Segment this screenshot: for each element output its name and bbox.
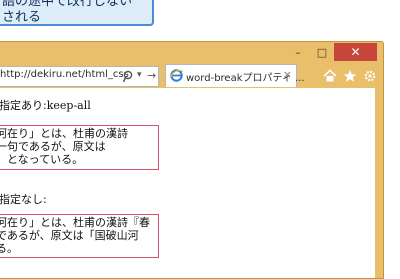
sample-box-keep-all: 河在り」とは、杜甫の漢詩 一句であるが、原文は 」となっている。 <box>0 125 159 170</box>
home-icon[interactable] <box>323 69 337 83</box>
page-content: 指定あり:keep-all 河在り」とは、杜甫の漢詩 一句であるが、原文は 」と… <box>0 88 375 278</box>
callout-line-2: される <box>2 10 42 25</box>
tab-close-icon[interactable]: × <box>283 68 292 81</box>
box-line: る。 <box>0 242 18 255</box>
gear-icon[interactable] <box>363 69 377 83</box>
heading-with-keep-all: 指定あり:keep-all <box>0 97 91 113</box>
address-url[interactable]: http://dekiru.net/html_css <box>0 69 129 80</box>
refresh-icon[interactable]: → <box>147 69 156 82</box>
box-line: であるが、原文は「国破山河 <box>0 229 139 242</box>
browser-window: – □ ✕ http://dekiru.net/html_css ▾ → wor… <box>0 41 384 279</box>
close-button[interactable]: ✕ <box>334 43 377 61</box>
heading-label: 指定あり: <box>0 99 47 112</box>
minimize-button[interactable]: – <box>286 43 310 61</box>
box-line: 一句であるが、原文は <box>0 140 106 153</box>
chevron-down-icon[interactable]: ▾ <box>137 70 142 80</box>
star-icon[interactable] <box>343 69 357 83</box>
heading-value: keep-all <box>46 99 91 112</box>
sample-box-default: 河在り」とは、杜甫の漢詩『春 であるが、原文は「国破山河 る。 <box>0 214 159 258</box>
window-caption-buttons: – □ ✕ <box>286 43 377 62</box>
box-line: 河在り」とは、杜甫の漢詩 <box>0 127 128 140</box>
box-line: 」となっている。 <box>0 153 84 166</box>
browser-tools <box>323 66 377 86</box>
ie-icon <box>169 68 184 83</box>
search-icon[interactable] <box>122 69 135 83</box>
box-line: 河在り」とは、杜甫の漢詩『春 <box>0 216 150 229</box>
heading-without: 指定なし: <box>0 193 47 206</box>
tab-word-break[interactable]: word-breakプロパティ ... × <box>165 64 305 87</box>
address-bar[interactable]: http://dekiru.net/html_css ▾ → <box>0 66 159 87</box>
callout-note: 語の途中で改行しない される <box>0 0 154 26</box>
maximize-button[interactable]: □ <box>310 43 334 61</box>
